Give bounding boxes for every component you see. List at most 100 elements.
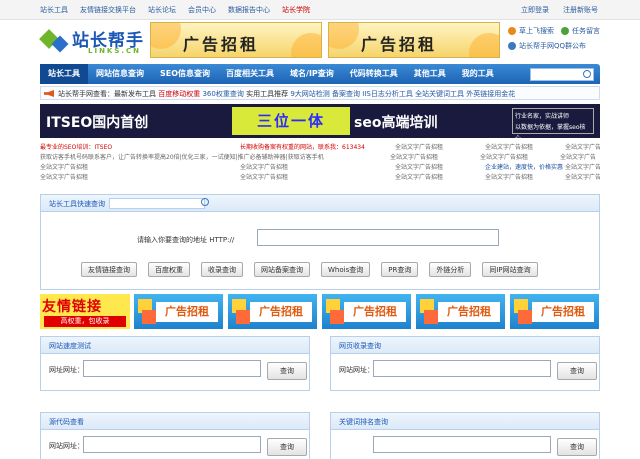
- header-ad-2-text: 广告招租: [361, 35, 438, 54]
- nav-item-code-convert[interactable]: 代码转换工具: [342, 64, 406, 84]
- index-query-input[interactable]: [373, 360, 551, 377]
- source-view-input[interactable]: [83, 436, 261, 453]
- notice-link[interactable]: IIS日志分析工具: [362, 90, 413, 98]
- strip-ad[interactable]: 广告招租: [134, 294, 223, 329]
- search-icon[interactable]: [583, 70, 591, 78]
- top-link-exchange[interactable]: 友情链接交换平台: [80, 5, 136, 15]
- strip-ad[interactable]: 广告招租: [228, 294, 317, 329]
- top-link-reports[interactable]: 数据报告中心: [228, 5, 270, 15]
- quick-query-input[interactable]: [109, 198, 205, 209]
- backlink-button[interactable]: 外链分析: [429, 262, 472, 277]
- text-ad[interactable]: 全站文字广告招租: [395, 162, 485, 172]
- top-bar: 站长工具 友情链接交换平台 站长论坛 会员中心 数据报告中心 站长学院 立即登录…: [0, 0, 640, 20]
- notice-link[interactable]: 实用工具推荐: [246, 90, 288, 98]
- header: 站长帮手 LINKS.CN 广告招租 广告招租 草上飞搜索 任务留言 站长帮手网…: [39, 22, 600, 62]
- strip-ad[interactable]: 广告招租: [322, 294, 411, 329]
- text-ad[interactable]: 全站文字广告招租: [395, 142, 485, 152]
- quick-query-panel: 请输入你要查询的地址 HTTP:// 友情链接查询 百度权重 收录查询 网站备案…: [40, 212, 600, 290]
- ad-strip: 友情链接 高权重，包收录 广告招租 广告招租 广告招租 广告招租 广告招租: [40, 294, 600, 329]
- nav-item-seo-info[interactable]: SEO信息查询: [152, 64, 218, 84]
- account-links: 立即登录 注册新账号: [521, 5, 598, 15]
- text-ad[interactable]: 获取访客手机号码联系客户，让广告转换率提高20倍|优化三家，一试便知|推广必备辅…: [40, 152, 390, 162]
- nav-search-input[interactable]: [530, 68, 594, 81]
- tool-buttons: 友情链接查询 百度权重 收录查询 网站备案查询 Whois查询 PR查询 外链分…: [81, 262, 538, 277]
- same-ip-button[interactable]: 同IP网站查询: [482, 262, 538, 277]
- text-ad[interactable]: 全站文字广告招租: [485, 142, 565, 152]
- strip-ad[interactable]: 广告招租: [510, 294, 599, 329]
- site-logo[interactable]: 站长帮手 LINKS.CN: [39, 24, 146, 58]
- panel-title: 网站速度测试: [41, 337, 309, 354]
- text-ad[interactable]: 全站文字广告招租: [565, 142, 600, 152]
- pr-query-button[interactable]: PR查询: [381, 262, 419, 277]
- announcement-bar: 站长帮手网查看：最新发布工具 百度移动权重 360权重查询 实用工具推荐 9大网…: [40, 86, 600, 100]
- index-query-submit[interactable]: 查询: [557, 362, 597, 380]
- notice-link[interactable]: 360权重查询: [202, 90, 243, 98]
- top-link-academy[interactable]: 站长学院: [282, 5, 310, 15]
- nav-item-my-tools[interactable]: 我的工具: [454, 64, 502, 84]
- banner-side-box: 行业名家，实战讲师 以数据为依据，掌握seo核心: [512, 108, 594, 138]
- header-link-message[interactable]: 任务留言: [572, 26, 600, 36]
- notice-link[interactable]: 9大网站检测: [290, 90, 329, 98]
- url-input[interactable]: [257, 229, 499, 246]
- text-ad[interactable]: 全站文字广告招租: [40, 162, 240, 172]
- nav-item-baidu-tools[interactable]: 百度相关工具: [218, 64, 282, 84]
- text-ad[interactable]: 全站文字广告招租: [485, 172, 565, 182]
- friend-link-button[interactable]: 友情链接查询: [81, 262, 137, 277]
- text-ads-grid: 最专业的SEO培训：ITSEO 长期收购备案有权重的网站，联系我：613434 …: [40, 142, 600, 182]
- header-ad-1-text: 广告招租: [183, 35, 260, 54]
- search-icon[interactable]: [201, 198, 209, 206]
- nav-item-site-info[interactable]: 网站信息查询: [88, 64, 152, 84]
- text-ad[interactable]: 全站文字广告招租: [560, 152, 595, 162]
- text-ad[interactable]: 企业建站，速度快，价格实惠: [485, 162, 565, 172]
- text-ad[interactable]: 全站文字广告招租: [390, 152, 480, 162]
- notice-link[interactable]: 备案查询: [332, 90, 360, 98]
- baidu-weight-button[interactable]: 百度权重: [148, 262, 190, 277]
- top-link-member[interactable]: 会员中心: [188, 5, 216, 15]
- source-view-button[interactable]: 查询: [267, 438, 307, 456]
- header-link-qq[interactable]: 站长帮手网QQ群公布: [508, 41, 608, 51]
- logo-mark-icon: [39, 26, 69, 54]
- text-ad[interactable]: 全站文字广告招租: [565, 172, 600, 182]
- speed-test-input[interactable]: [83, 360, 261, 377]
- index-query-button[interactable]: 收录查询: [201, 262, 243, 277]
- link-bullet-icon: [508, 27, 516, 35]
- nav-item-domain-ip[interactable]: 域名/IP查询: [282, 64, 342, 84]
- keyword-rank-input[interactable]: [373, 436, 551, 453]
- text-ads-row: 获取访客手机号码联系客户，让广告转换率提高20倍|优化三家，一试便知|推广必备辅…: [40, 152, 600, 162]
- notice-hot-link[interactable]: 百度移动权重: [158, 90, 200, 98]
- text-ad[interactable]: 全站文字广告招租: [40, 172, 240, 182]
- login-link[interactable]: 立即登录: [521, 5, 549, 15]
- speed-test-button[interactable]: 查询: [267, 362, 307, 380]
- top-link-tools[interactable]: 站长工具: [40, 5, 68, 15]
- panel-title: 关键词排名查询: [331, 413, 599, 430]
- keyword-rank-button[interactable]: 查询: [557, 438, 597, 456]
- banner-right-text: seo高端培训: [354, 115, 438, 131]
- text-ad[interactable]: 全站文字广告招租: [480, 152, 560, 162]
- text-ad[interactable]: 全站文字广告招租: [240, 162, 395, 172]
- icp-query-button[interactable]: 网站备案查询: [254, 262, 310, 277]
- nav-item-tools[interactable]: 站长工具: [40, 64, 88, 84]
- text-ad[interactable]: 全站文字广告招租: [240, 172, 395, 182]
- text-ad[interactable]: 全站文字广告招租: [395, 172, 485, 182]
- header-ad-1[interactable]: 广告招租: [150, 22, 322, 58]
- quick-query-header: 站长工具快速查询: [40, 194, 600, 212]
- header-link-search[interactable]: 草上飞搜索 任务留言: [508, 26, 608, 36]
- text-ad[interactable]: 全站文字广告招租: [565, 162, 600, 172]
- whois-button[interactable]: Whois查询: [321, 262, 371, 277]
- text-ad[interactable]: 长期收购备案有权重的网站，联系我：613434: [240, 142, 395, 152]
- text-ads-row: 全站文字广告招租 全站文字广告招租 全站文字广告招租 企业建站，速度快，价格实惠…: [40, 162, 600, 172]
- source-view-panel: 源代码查看 网站网址： 查询: [40, 412, 310, 459]
- notice-link[interactable]: 外英链接用金花: [466, 90, 515, 98]
- notice-prefix: 站长帮手网查看：最新发布工具: [58, 90, 156, 98]
- header-ad-2[interactable]: 广告招租: [328, 22, 500, 58]
- seo-training-banner[interactable]: ITSEO国内首创 三位一体 seo高端培训 行业名家，实战讲师 以数据为依据，…: [40, 104, 600, 138]
- nav-item-other-tools[interactable]: 其他工具: [406, 64, 454, 84]
- strip-ad[interactable]: 广告招租: [416, 294, 505, 329]
- notice-link[interactable]: 全站关键词工具: [415, 90, 464, 98]
- friend-link-ad[interactable]: 友情链接 高权重，包收录: [40, 294, 130, 329]
- register-link[interactable]: 注册新账号: [563, 5, 598, 15]
- banner-left-text: ITSEO国内首创: [46, 115, 149, 131]
- top-link-forum[interactable]: 站长论坛: [148, 5, 176, 15]
- text-ad[interactable]: 最专业的SEO培训：ITSEO: [40, 142, 240, 152]
- megaphone-icon: [44, 90, 54, 97]
